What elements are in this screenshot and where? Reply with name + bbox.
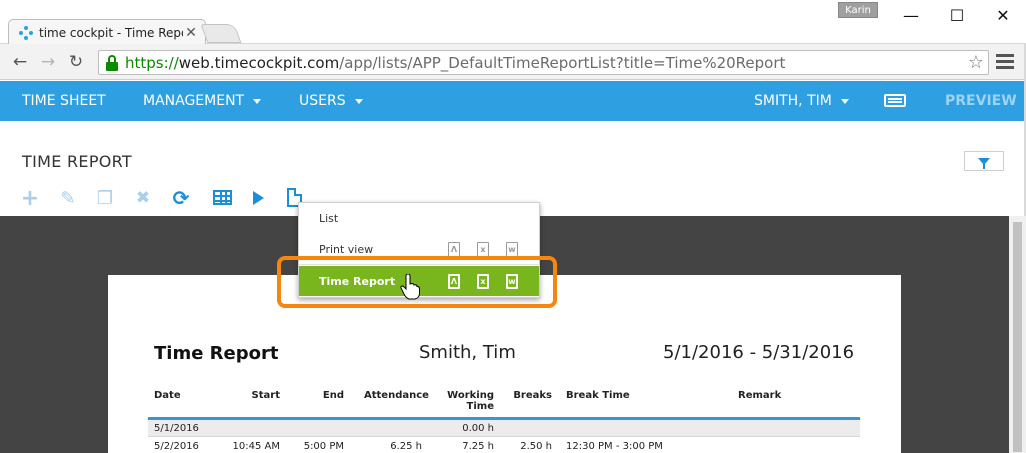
url-path: /app/lists/APP_DefaultTimeReportList?tit…	[339, 53, 786, 72]
url-scheme: https://	[125, 53, 179, 72]
word-file-icon[interactable]: w	[506, 242, 518, 257]
tab-title: time cockpit - Time Repor	[39, 25, 183, 40]
col-header-breaks: Breaks	[513, 390, 552, 401]
timecockpit-favicon-icon	[19, 25, 33, 40]
pdf-file-icon[interactable]: ᐱ	[448, 242, 460, 257]
col-header-break-time: Break Time	[566, 390, 630, 401]
close-window-icon[interactable]: ✕	[980, 0, 1026, 30]
nav-management[interactable]: MANAGEMENT	[143, 81, 262, 121]
url-host: web.timecockpit.com	[178, 53, 340, 72]
address-bar[interactable]: https://web.timecockpit.com/app/lists/AP…	[98, 50, 989, 75]
keyboard-icon[interactable]	[884, 94, 906, 107]
grid-view-icon[interactable]	[213, 190, 232, 205]
filter-button[interactable]	[964, 151, 1004, 171]
excel-file-icon[interactable]: x	[477, 242, 489, 257]
col-header-end: End	[322, 390, 344, 401]
col-header-date: Date	[154, 390, 181, 401]
hand-cursor-icon	[400, 274, 420, 300]
col-header-working-time: Working Time	[447, 390, 494, 412]
lock-icon	[105, 54, 119, 71]
browser-menu-icon[interactable]	[996, 54, 1014, 72]
report-employee-name: Smith, Tim	[419, 342, 516, 363]
nav-user-menu[interactable]: SMITH, TIM	[754, 81, 849, 121]
browser-title-bar: time cockpit - Time Repor ✕ Karin — ☐ ✕	[0, 0, 1026, 45]
delete-icon[interactable]: ✖	[133, 188, 153, 208]
minimize-icon[interactable]: —	[888, 0, 934, 30]
page-title: TIME REPORT	[22, 152, 132, 171]
report-date-range: 5/1/2016 - 5/31/2016	[663, 342, 855, 363]
chevron-down-icon	[354, 98, 363, 104]
scrollbar-thumb[interactable]	[1013, 222, 1022, 452]
chevron-down-icon	[253, 98, 262, 104]
forward-arrow-icon[interactable]: →	[36, 50, 60, 74]
profile-badge[interactable]: Karin	[838, 2, 878, 18]
edit-pencil-icon[interactable]: ✎	[58, 188, 78, 209]
vertical-scrollbar[interactable]	[1009, 216, 1026, 453]
new-tab-button[interactable]	[200, 24, 242, 43]
add-icon[interactable]: +	[20, 186, 40, 211]
tab-close-icon[interactable]: ✕	[183, 25, 199, 41]
bookmark-star-icon[interactable]: ☆	[968, 52, 984, 73]
copy-icon[interactable]: ❐	[95, 188, 115, 209]
table-row-shade	[148, 420, 860, 437]
back-arrow-icon[interactable]: ←	[8, 50, 32, 74]
col-header-start: Start	[251, 390, 280, 401]
col-header-attendance: Attendance	[364, 390, 429, 401]
refresh-icon[interactable]: ⟳	[171, 186, 191, 210]
browser-toolbar: ← → ↻ https://web.timecockpit.com/app/li…	[0, 44, 1026, 80]
filter-icon	[978, 157, 990, 169]
browser-tab[interactable]: time cockpit - Time Repor ✕	[8, 19, 206, 45]
nav-users[interactable]: USERS	[299, 81, 363, 121]
reload-icon[interactable]: ↻	[64, 50, 88, 74]
nav-time-sheet[interactable]: TIME SHEET	[22, 81, 106, 121]
app-nav-bar: TIME SHEET MANAGEMENT USERS SMITH, TIM P…	[0, 81, 1026, 121]
play-icon[interactable]	[253, 191, 264, 205]
maximize-icon[interactable]: ☐	[934, 0, 980, 30]
preview-label[interactable]: PREVIEW	[945, 81, 1017, 121]
report-title: Time Report	[154, 343, 279, 364]
col-header-remark: Remark	[738, 390, 782, 401]
menu-item-list[interactable]: List	[299, 203, 539, 234]
chevron-down-icon	[840, 98, 849, 104]
